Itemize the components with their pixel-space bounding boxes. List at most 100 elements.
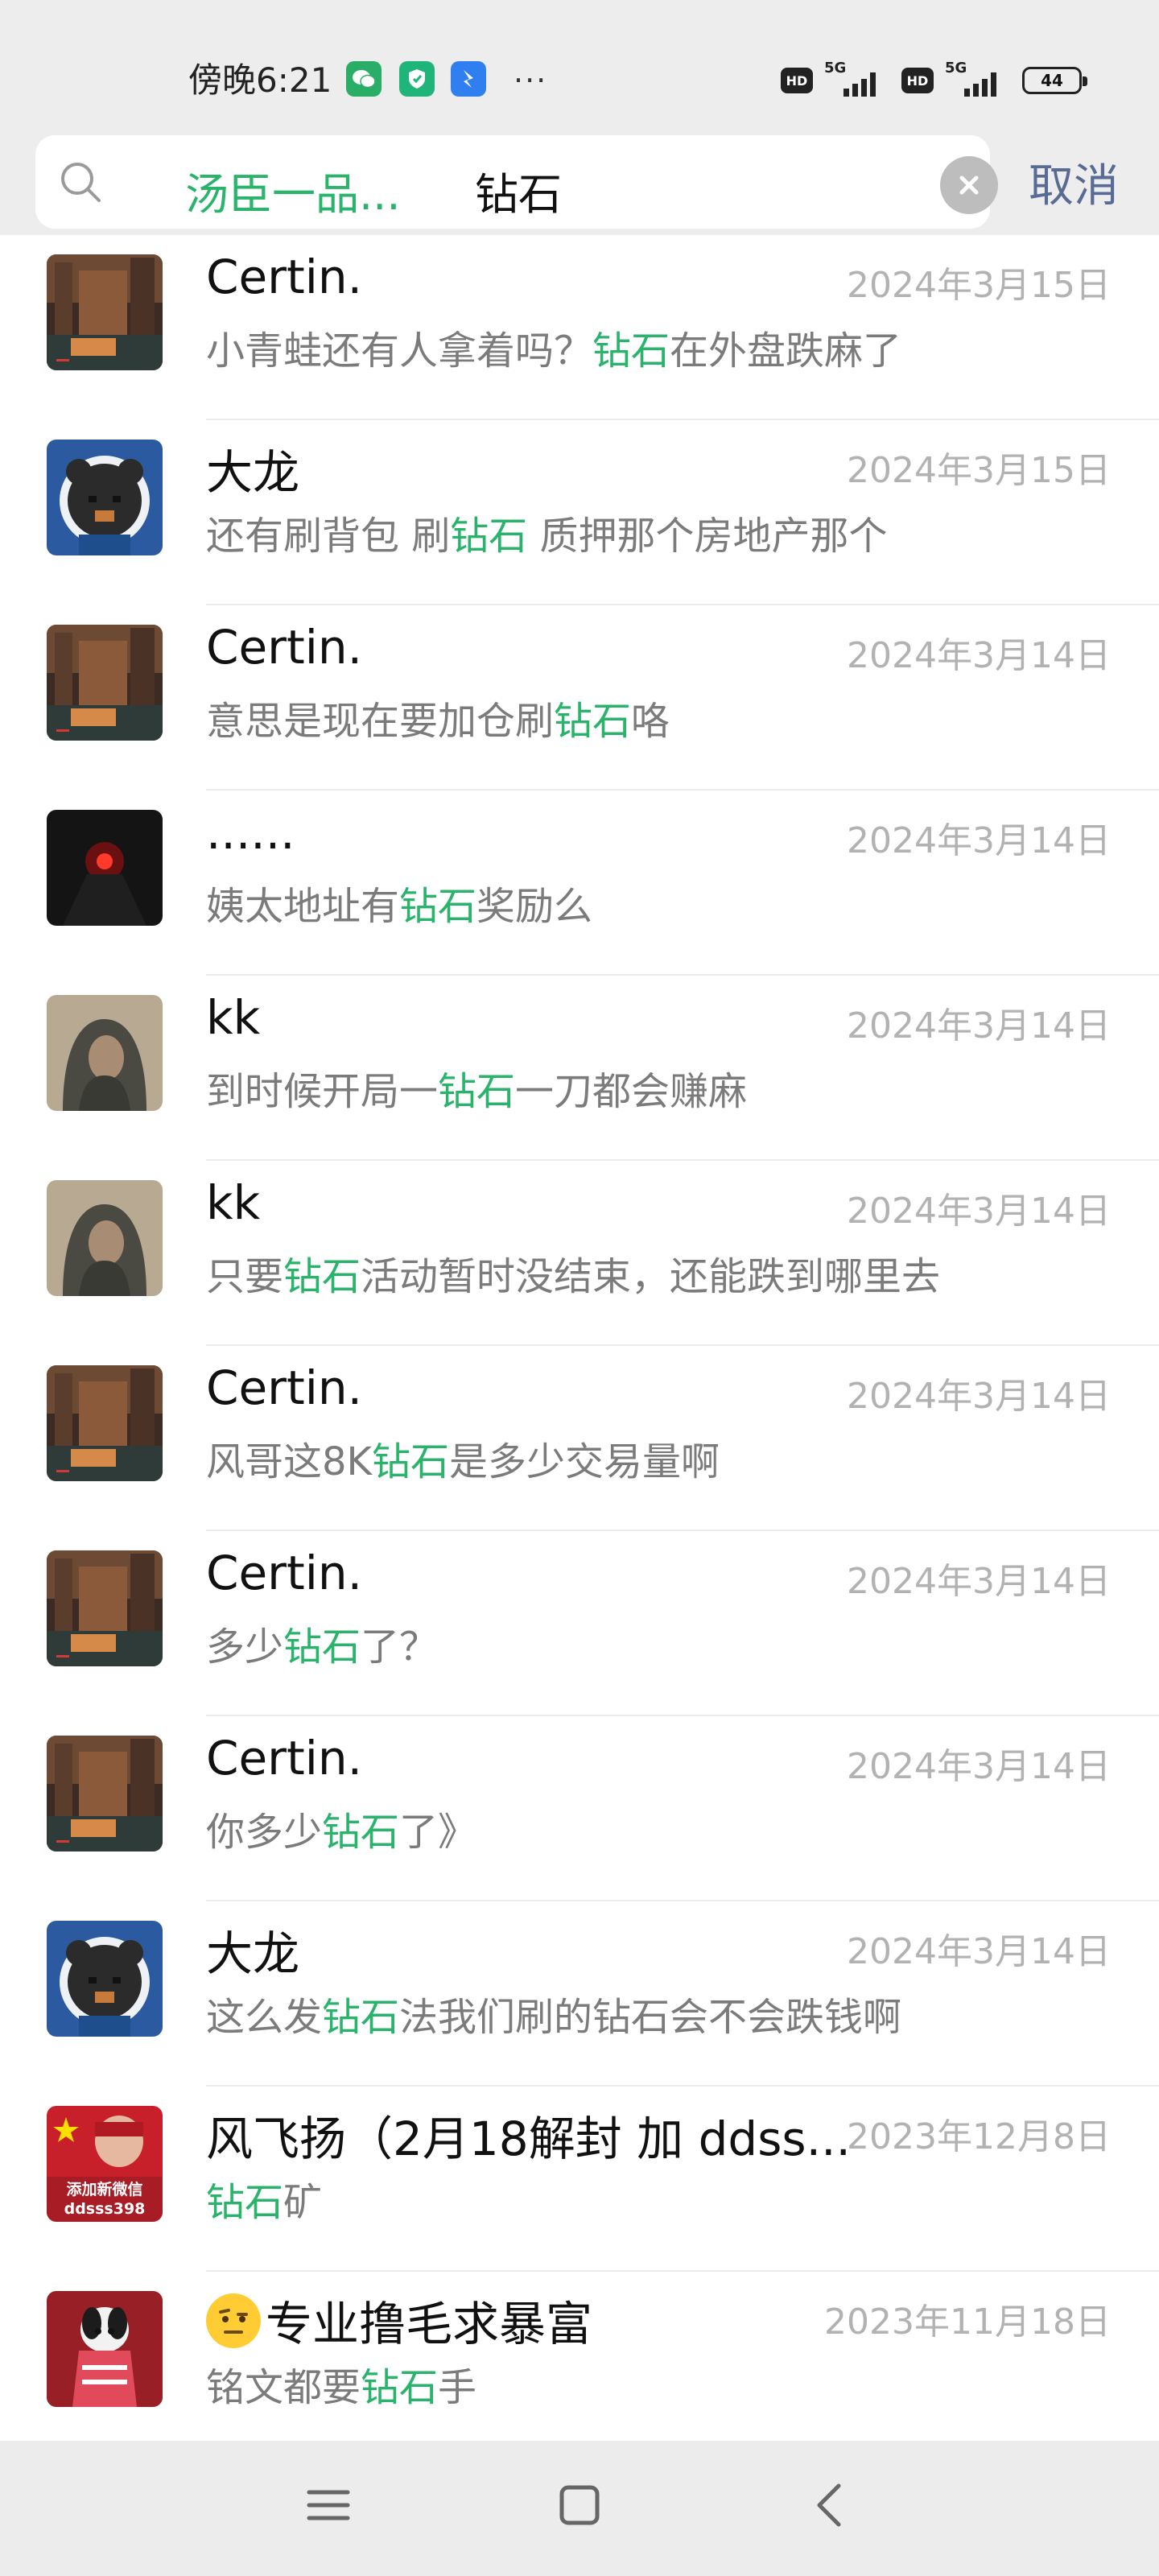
keyword-highlight: 钻石	[554, 699, 632, 744]
menu-icon[interactable]	[296, 2473, 361, 2537]
avatar[interactable]: 添加新微信 ddsss398	[47, 2106, 163, 2222]
battery-icon: 44	[1022, 67, 1087, 94]
search-icon	[61, 163, 101, 202]
status-indicators: HD 5G HD 5G 44	[781, 60, 1087, 101]
contact-name: Certin.	[206, 620, 362, 675]
message-snippet: 只要钻石活动暂时没结束，还能跌到哪里去	[206, 1245, 940, 1301]
snippet-text: 了？	[361, 1624, 439, 1670]
search-result-row[interactable]: kk 2024年3月14日 只要钻石活动暂时没结束，还能跌到哪里去	[0, 1161, 1159, 1346]
message-date: 2024年3月14日	[847, 820, 1111, 861]
raised-eyebrow-emoji-icon	[206, 2293, 261, 2348]
avatar-text-line2: ddsss398	[64, 2200, 146, 2218]
contact-name: ......	[206, 805, 295, 860]
avatar[interactable]	[47, 1365, 163, 1481]
snippet-text: 多少	[206, 1624, 284, 1670]
contact-name: Certin.	[206, 250, 362, 304]
message-snippet: 还有刷背包 刷钻石 质押那个房地产那个	[206, 504, 888, 560]
keyword-highlight: 钻石	[399, 884, 477, 929]
snippet-text: 矿	[283, 2180, 323, 2225]
contact-name-text: 大龙	[206, 445, 300, 500]
status-bar: 傍晚6:21 ··· HD 5G HD 5G 44	[0, 0, 1159, 129]
message-date: 2024年3月14日	[847, 1931, 1111, 1972]
message-date: 2024年3月15日	[847, 265, 1111, 306]
snippet-text: 质押那个房地产那个	[527, 514, 888, 559]
search-chat-filter-chip[interactable]: 汤臣一品...	[185, 159, 401, 222]
avatar[interactable]	[47, 254, 163, 370]
message-date: 2024年3月14日	[847, 1746, 1111, 1787]
back-icon[interactable]	[798, 2473, 863, 2537]
search-query-text[interactable]: 钻石	[475, 159, 562, 222]
home-icon[interactable]	[547, 2473, 612, 2537]
contact-name-text: kk	[206, 990, 261, 1045]
search-result-row[interactable]: Certin. 2024年3月14日 多少钻石了？	[0, 1531, 1159, 1716]
search-result-row[interactable]: 大龙 2024年3月14日 这么发钻石法我们刷的钻石会不会跌钱啊	[0, 1901, 1159, 2087]
clear-search-button[interactable]	[940, 156, 998, 214]
contact-name: Certin.	[206, 1546, 362, 1600]
snippet-text: 风哥这8K	[206, 1439, 373, 1484]
search-result-row[interactable]: 添加新微信 ddsss398 风飞扬（2月18解封 加 ddss... 2023年12…	[0, 2087, 1159, 2272]
system-navigation-bar	[0, 2441, 1159, 2576]
avatar[interactable]	[47, 995, 163, 1111]
message-snippet: 风哥这8K钻石是多少交易量啊	[206, 1430, 720, 1486]
message-date: 2024年3月14日	[847, 635, 1111, 676]
contact-name-text: 大龙	[206, 1926, 300, 1981]
contact-name-text: Certin.	[206, 1546, 363, 1600]
avatar[interactable]	[47, 1736, 163, 1852]
snippet-text: 还有刷背包 刷	[206, 514, 451, 559]
search-result-row[interactable]: Certin. 2024年3月14日意思是现在要加仓刷钻石咯	[0, 605, 1159, 791]
message-date: 2024年3月14日	[847, 1376, 1111, 1417]
message-date: 2023年11月18日	[824, 2301, 1111, 2343]
search-input[interactable]: 汤臣一品... 钻石	[35, 135, 998, 229]
wechat-notification-icon	[346, 61, 382, 97]
signal-icon: 5G	[824, 60, 890, 101]
avatar[interactable]	[47, 625, 163, 741]
snippet-text: 只要	[206, 1254, 284, 1299]
search-result-row[interactable]: kk 2024年3月14日 到时候开局一钻石一刀都会赚麻	[0, 976, 1159, 1161]
search-result-row[interactable]: 大龙 2024年3月15日还有刷背包 刷钻石 质押那个房地产那个	[0, 420, 1159, 605]
message-date: 2024年3月15日	[847, 450, 1111, 491]
search-result-row[interactable]: Certin. 2024年3月15日小青蛙还有人拿着吗？钻石在外盘跌麻了	[0, 235, 1159, 420]
contact-name: kk	[206, 1175, 260, 1230]
avatar[interactable]	[47, 440, 163, 555]
keyword-highlight: 钻石	[592, 328, 670, 374]
search-result-row[interactable]: 专业撸毛求暴富 2023年11月18日 铭文都要钻石手	[0, 2272, 1159, 2441]
search-results-list[interactable]: Certin. 2024年3月15日 小青蛙还有人拿着吗？钻石在外盘跌麻了 大龙 202…	[0, 235, 1159, 2441]
message-snippet: 小青蛙还有人拿着吗？钻石在外盘跌麻了	[206, 319, 901, 375]
contact-name: Certin.	[206, 1360, 362, 1415]
search-result-row[interactable]: ...... 2024年3月14日姨太地址有钻石奖励么	[0, 791, 1159, 976]
snippet-text: 姨太地址有	[206, 884, 400, 929]
signal-icon: 5G	[945, 60, 1011, 101]
avatar[interactable]	[47, 1180, 163, 1296]
cancel-button[interactable]: 取消	[1029, 150, 1119, 215]
keyword-highlight: 钻石	[283, 1624, 361, 1670]
keyword-highlight: 钻石	[322, 1810, 400, 1855]
snippet-text: 意思是现在要加仓刷	[206, 699, 555, 744]
contact-name: 专业撸毛求暴富	[206, 2286, 592, 2354]
contact-name-text: Certin.	[206, 1360, 363, 1415]
snippet-text: 你多少	[206, 1810, 323, 1855]
search-result-row[interactable]: Certin. 2024年3月14日 你多少钻石了》	[0, 1716, 1159, 1901]
keyword-highlight: 钻石	[450, 514, 528, 559]
shield-notification-icon	[399, 61, 435, 97]
search-result-row[interactable]: Certin. 2024年3月14日风哥这8K钻石是多少交易量啊	[0, 1346, 1159, 1531]
avatar[interactable]	[47, 810, 163, 926]
contact-name: 大龙	[206, 435, 299, 502]
avatar[interactable]	[47, 1550, 163, 1666]
keyword-highlight: 钻石	[206, 2180, 284, 2225]
contact-name-text: Certin.	[206, 250, 363, 304]
keyword-highlight: 钻石	[438, 1069, 516, 1114]
keyword-highlight: 钻石	[322, 1995, 400, 2040]
message-snippet: 意思是现在要加仓刷钻石咯	[206, 689, 670, 745]
snippet-text: 咯	[631, 699, 670, 744]
status-time: 傍晚6:21	[188, 60, 332, 100]
avatar[interactable]	[47, 1921, 163, 2037]
snippet-text: 奖励么	[476, 884, 593, 929]
snippet-text: 小青蛙还有人拿着吗？	[206, 328, 593, 374]
contact-name-text: 风飞扬（2月18解封 加 ddss...	[206, 2112, 851, 2166]
avatar[interactable]	[47, 2291, 163, 2407]
message-snippet: 你多少钻石了》	[206, 1800, 476, 1856]
message-snippet: 钻石矿	[206, 2170, 322, 2227]
contact-name-text: 专业撸毛求暴富	[266, 2297, 593, 2351]
snippet-text: 活动暂时没结束，还能跌到哪里去	[361, 1254, 941, 1299]
keyword-highlight: 钻石	[372, 1439, 450, 1484]
